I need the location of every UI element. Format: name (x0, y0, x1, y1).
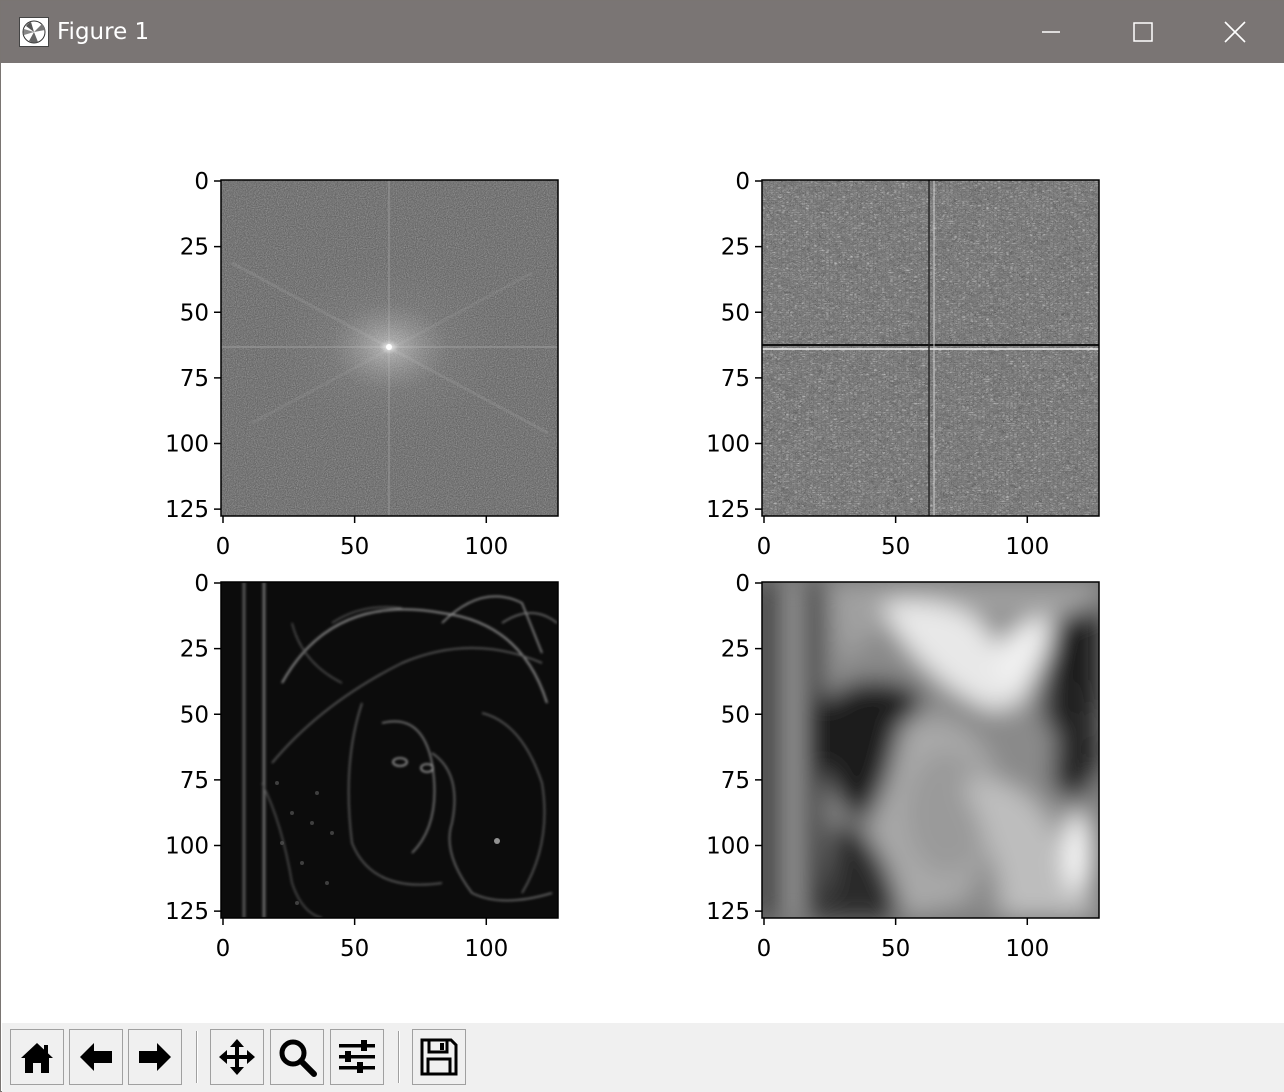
configure-subplots-icon (339, 1040, 375, 1073)
y-tick-label: 100 (165, 834, 209, 860)
x-tick-label: 0 (757, 534, 772, 560)
pan-icon (219, 1039, 255, 1075)
y-tick-label: 125 (165, 497, 209, 523)
y-tick-label: 125 (706, 497, 750, 523)
image-lowpass-blurred (762, 582, 1099, 918)
x-tick-label: 50 (340, 936, 369, 962)
x-ticks-highpass: 0 50 100 (216, 918, 508, 962)
home-icon (21, 1043, 53, 1073)
image-highpass-edges (221, 582, 558, 918)
figure-window: Figure 1 0 25 50 75 100 125 0 50 100 0 2… (0, 0, 1284, 1092)
y-tick-label: 75 (721, 768, 750, 794)
y-tick-label: 25 (180, 235, 209, 261)
y-tick-label: 100 (165, 432, 209, 458)
forward-icon (139, 1043, 171, 1071)
y-tick-label: 0 (735, 571, 750, 597)
y-tick-label: 25 (721, 235, 750, 261)
x-tick-label: 50 (881, 936, 910, 962)
x-tick-label: 100 (1005, 534, 1049, 560)
x-tick-label: 100 (464, 936, 508, 962)
y-tick-label: 0 (194, 571, 209, 597)
x-tick-label: 100 (464, 534, 508, 560)
configure-subplots-button[interactable] (330, 1029, 384, 1085)
y-tick-label: 50 (180, 702, 209, 728)
navigation-toolbar (2, 1023, 1284, 1092)
y-tick-label: 25 (721, 637, 750, 663)
x-tick-label: 0 (216, 534, 231, 560)
zoom-button[interactable] (270, 1029, 324, 1085)
subplot-magnitude-spectrum: 0 25 50 75 100 125 0 50 100 (165, 169, 559, 560)
window-title: Figure 1 (57, 19, 150, 45)
toolbar-separator (398, 1031, 400, 1083)
maximize-button[interactable] (1097, 1, 1189, 63)
y-tick-label: 100 (706, 834, 750, 860)
y-tick-label: 50 (721, 702, 750, 728)
x-tick-label: 100 (1005, 936, 1049, 962)
y-tick-label: 50 (180, 300, 209, 326)
forward-button[interactable] (128, 1029, 182, 1085)
y-tick-label: 100 (706, 432, 750, 458)
save-icon (420, 1038, 458, 1076)
toolbar-separator (196, 1031, 198, 1083)
y-tick-label: 25 (180, 637, 209, 663)
y-tick-label: 75 (721, 366, 750, 392)
minimize-icon (1042, 31, 1060, 33)
subplot-lowpass-image: 0 25 50 75 100 125 0 50 100 (706, 571, 1100, 962)
x-ticks-lowpass: 0 50 100 (757, 918, 1049, 962)
x-ticks-magnitude: 0 50 100 (216, 516, 508, 560)
y-tick-label: 0 (735, 169, 750, 195)
figure-canvas[interactable]: 0 25 50 75 100 125 0 50 100 0 25 50 75 100 125 0 50 10… (2, 63, 1284, 1023)
matplotlib-icon (19, 17, 49, 47)
title-bar[interactable]: Figure 1 (1, 1, 1283, 63)
x-tick-label: 0 (757, 936, 772, 962)
close-button[interactable] (1189, 1, 1281, 63)
maximize-icon (1133, 22, 1153, 42)
y-tick-label: 125 (165, 899, 209, 925)
y-ticks-lowpass: 0 25 50 75 100 125 (706, 571, 762, 925)
back-icon (80, 1043, 112, 1071)
subplot-highpass-image: 0 25 50 75 100 125 0 50 100 (165, 571, 559, 962)
save-button[interactable] (412, 1029, 466, 1085)
y-ticks-magnitude: 0 25 50 75 100 125 (165, 169, 221, 523)
y-ticks-highpass: 0 25 50 75 100 125 (165, 571, 221, 925)
y-tick-label: 75 (180, 366, 209, 392)
y-ticks-phase: 0 25 50 75 100 125 (706, 169, 762, 523)
image-magnitude-spectrum (221, 180, 558, 516)
home-button[interactable] (10, 1029, 64, 1085)
close-icon (1224, 21, 1246, 43)
x-tick-label: 50 (340, 534, 369, 560)
y-tick-label: 50 (721, 300, 750, 326)
back-button[interactable] (69, 1029, 123, 1085)
zoom-icon (279, 1039, 317, 1077)
image-phase-spectrum (762, 180, 1099, 516)
pan-button[interactable] (210, 1029, 264, 1085)
minimize-button[interactable] (1005, 1, 1097, 63)
x-tick-label: 50 (881, 534, 910, 560)
x-ticks-phase: 0 50 100 (757, 516, 1049, 560)
y-tick-label: 75 (180, 768, 209, 794)
x-tick-label: 0 (216, 936, 231, 962)
y-tick-label: 125 (706, 899, 750, 925)
y-tick-label: 0 (194, 169, 209, 195)
subplot-phase-spectrum: 0 25 50 75 100 125 0 50 100 (706, 169, 1100, 560)
